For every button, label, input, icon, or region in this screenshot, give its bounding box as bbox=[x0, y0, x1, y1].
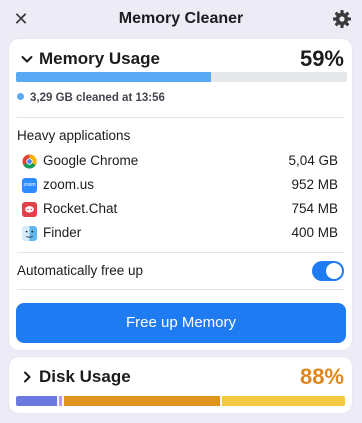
chevron-down-icon[interactable] bbox=[19, 51, 35, 67]
app-size: 400 MB bbox=[291, 225, 338, 240]
memory-usage-percent: 59% bbox=[299, 46, 344, 71]
free-up-memory-button[interactable]: Free up Memory bbox=[16, 303, 346, 343]
auto-free-label: Automatically free up bbox=[17, 263, 144, 278]
memory-card: Memory Usage 59% 3,29 GB cleaned at 13:5… bbox=[9, 39, 352, 350]
divider bbox=[17, 117, 344, 118]
app-row-finder[interactable]: Finder 400 MB bbox=[17, 223, 344, 245]
app-name: Google Chrome bbox=[43, 153, 139, 168]
disk-usage-title: Disk Usage bbox=[39, 367, 131, 386]
rocketchat-icon bbox=[22, 202, 37, 217]
memory-section-header[interactable]: Memory Usage 59% bbox=[17, 46, 344, 73]
app-name: Rocket.Chat bbox=[43, 201, 118, 216]
cleaned-text: 3,29 GB cleaned at 13:56 bbox=[30, 92, 165, 104]
finder-icon bbox=[22, 226, 37, 241]
chrome-icon bbox=[22, 154, 37, 169]
app-row-chrome[interactable]: Google Chrome 5,04 GB bbox=[17, 151, 344, 173]
auto-free-row: Automatically free up bbox=[17, 261, 344, 283]
disk-usage-bar bbox=[16, 396, 345, 406]
divider bbox=[17, 252, 344, 253]
memory-usage-title: Memory Usage bbox=[39, 49, 160, 68]
disk-usage-segment bbox=[63, 396, 220, 406]
heavy-applications-label: Heavy applications bbox=[17, 128, 131, 143]
memory-usage-fill bbox=[16, 72, 212, 82]
gear-icon[interactable] bbox=[332, 9, 352, 29]
disk-usage-segment bbox=[16, 396, 57, 406]
chevron-right-icon[interactable] bbox=[19, 369, 35, 385]
app-size: 952 MB bbox=[291, 177, 338, 192]
app-name: zoom.us bbox=[43, 177, 95, 192]
disk-usage-percent: 88% bbox=[299, 364, 344, 389]
zoom-icon: zoom bbox=[22, 178, 37, 193]
app-size: 754 MB bbox=[291, 201, 338, 216]
app-name: Finder bbox=[43, 225, 82, 240]
toggle-knob bbox=[326, 263, 342, 279]
cleaned-status: 3,29 GB cleaned at 13:56 bbox=[17, 92, 165, 104]
disk-usage-segment bbox=[58, 396, 62, 406]
memory-usage-bar bbox=[16, 72, 347, 82]
disk-usage-segment bbox=[221, 396, 345, 406]
window-header: ✕ Memory Cleaner bbox=[0, 0, 362, 38]
window-title: Memory Cleaner bbox=[118, 10, 244, 27]
app-row-rocketchat[interactable]: Rocket.Chat 754 MB bbox=[17, 199, 344, 221]
app-row-zoom[interactable]: zoom zoom.us 952 MB bbox=[17, 175, 344, 197]
auto-free-toggle[interactable] bbox=[312, 261, 344, 281]
app-size: 5,04 GB bbox=[288, 153, 338, 168]
status-dot-icon bbox=[17, 93, 24, 100]
disk-card: Disk Usage 88% bbox=[9, 357, 352, 413]
divider bbox=[17, 289, 344, 290]
disk-section-header[interactable]: Disk Usage 88% bbox=[17, 364, 344, 391]
